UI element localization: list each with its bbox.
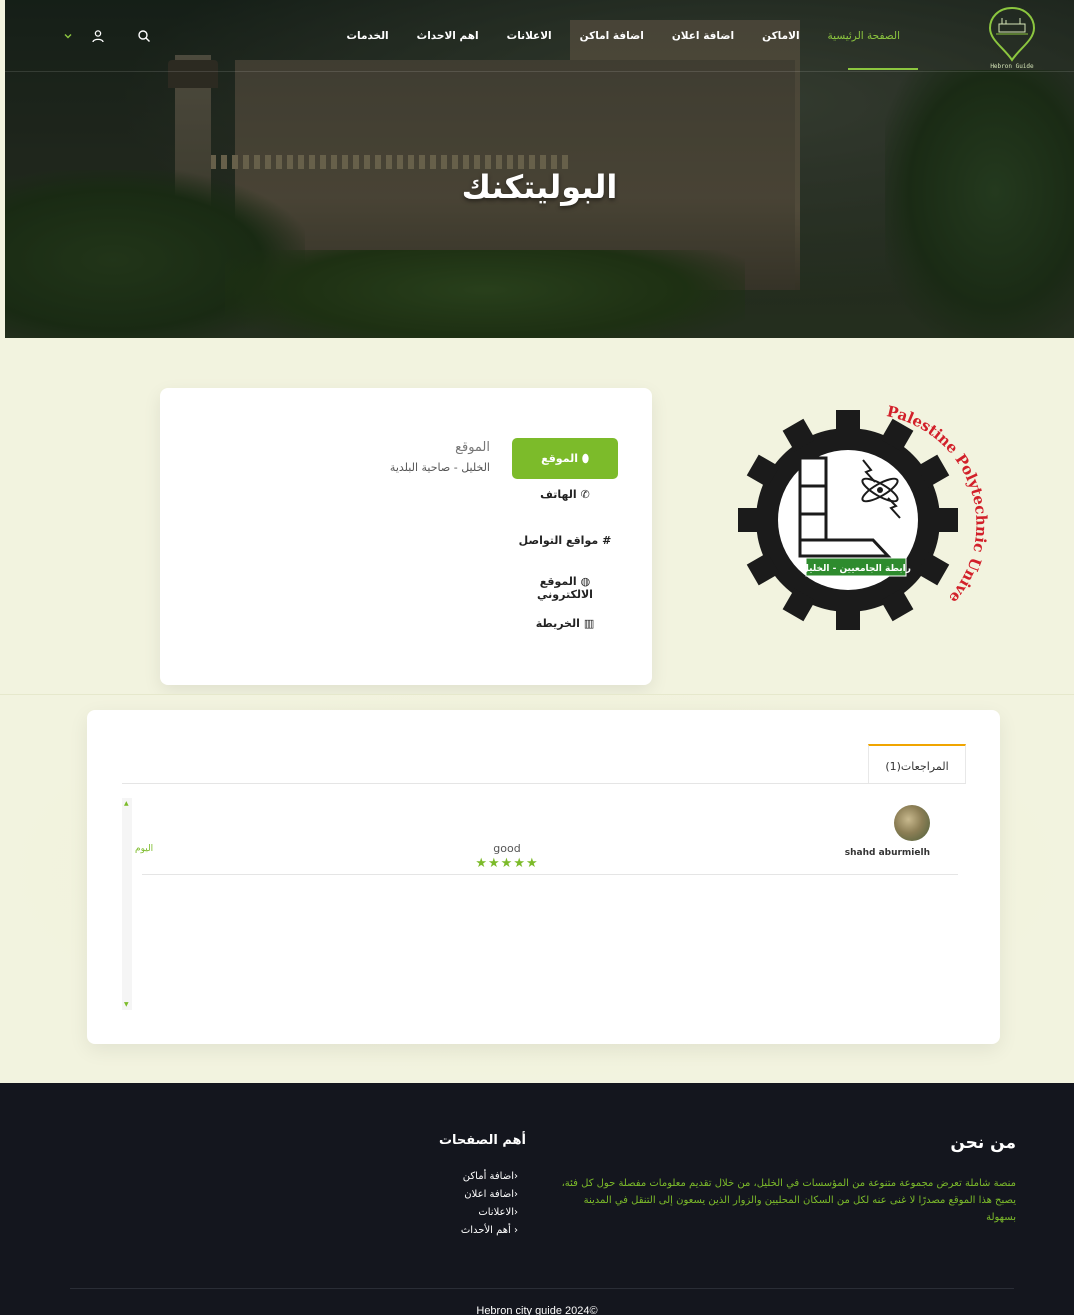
nav-home[interactable]: الصفحة الرئيسية	[814, 30, 914, 42]
chevron-left-icon: ‹	[514, 1171, 518, 1182]
avatar	[894, 805, 930, 841]
scroll-up-icon[interactable]: ▲	[124, 800, 129, 807]
place-info-card: ⬮الموقع ✆الهاتف #مواقع التواصل ◍الموقع ا…	[160, 388, 652, 685]
hashtag-icon: #	[602, 534, 612, 547]
logo-text: Hebron Guide	[990, 63, 1034, 70]
footer-link-label: الاعلانات	[478, 1207, 514, 1218]
nav-places[interactable]: الاماكن	[748, 30, 813, 42]
tab-label: الموقع	[541, 452, 578, 465]
top-navbar: Hebron Guide الصفحة الرئيسية الاماكن اضا…	[5, 0, 1074, 72]
footer-about-title: من نحن	[950, 1133, 1016, 1153]
footer-about-text: منصة شاملة تعرض مجموعة متنوعة من المؤسسا…	[561, 1178, 1016, 1223]
map-icon: ▥	[583, 617, 595, 630]
reviewer-name: shahd aburmielh	[844, 848, 930, 858]
chevron-left-icon: ‹	[514, 1225, 518, 1236]
page-title: البوليتكنك	[461, 168, 618, 206]
review-date: اليوم	[135, 844, 154, 854]
nav-ads[interactable]: الاعلانات	[493, 30, 566, 42]
review-divider	[142, 874, 958, 875]
phone-icon: ✆	[580, 488, 590, 501]
footer-link-label: أهم الأحداث	[460, 1225, 514, 1236]
tab-phone[interactable]: ✆الهاتف	[512, 488, 618, 501]
nav-services[interactable]: الخدمات	[332, 30, 402, 42]
footer-link-add-ad[interactable]: ‹اضافة اعلان	[461, 1189, 518, 1200]
hebron-guide-logo[interactable]: Hebron Guide	[982, 4, 1042, 70]
tab-label: مواقع التواصل	[518, 534, 599, 547]
nav-add-ad[interactable]: اضافة اعلان	[658, 30, 748, 42]
university-logo: رابطة الجامعيين - الخليل Palestine Polyt…	[733, 384, 991, 648]
reviews-scrollbar[interactable]: ▲ ▼	[122, 798, 132, 1010]
footer: من نحن منصة شاملة تعرض مجموعة متنوعة من …	[0, 1083, 1074, 1315]
scroll-down-icon[interactable]: ▼	[124, 1001, 129, 1008]
tab-divider	[122, 783, 966, 784]
tab-social[interactable]: #مواقع التواصل	[512, 534, 618, 547]
footer-divider	[70, 1288, 1014, 1289]
user-icon[interactable]	[90, 28, 106, 44]
tab-location[interactable]: ⬮الموقع	[512, 438, 618, 479]
tab-website[interactable]: ◍الموقع الالكتروني	[512, 575, 618, 601]
nav-active-indicator	[848, 68, 918, 70]
chevron-left-icon: ‹	[514, 1207, 518, 1218]
footer-link-label: اضافة اعلان	[464, 1189, 514, 1200]
chevron-down-icon[interactable]	[60, 28, 76, 44]
footer-pages-title: أهم الصفحات	[438, 1133, 526, 1148]
footer-link-label: اضافة أماكن	[462, 1171, 514, 1182]
tab-content-location: الموقع الخليل - صاحية البلدية	[390, 440, 490, 474]
footer-links: ‹اضافة أماكن ‹اضافة اعلان ‹الاعلانات ‹ أ…	[461, 1171, 518, 1243]
nav-icon-group	[60, 28, 152, 44]
map-marker-icon: ⬮	[581, 452, 589, 465]
review-text: good	[493, 842, 521, 855]
chevron-left-icon: ‹	[514, 1189, 518, 1200]
content-address: الخليل - صاحية البلدية	[389, 461, 490, 474]
tab-reviews[interactable]: المراجعات(1)	[868, 744, 966, 783]
tab-map[interactable]: ▥الخريطة	[512, 617, 618, 630]
nav-events[interactable]: اهم الاحداث	[403, 30, 493, 42]
reviews-card: المراجعات(1) ▲ ▼ shahd aburmielh good ★★…	[87, 710, 1000, 1044]
footer-link-ads[interactable]: ‹الاعلانات	[461, 1207, 518, 1218]
nav-links: الصفحة الرئيسية الاماكن اضافة اعلان اضاف…	[332, 30, 914, 42]
footer-link-add-place[interactable]: ‹اضافة أماكن	[461, 1171, 518, 1182]
globe-icon: ◍	[580, 575, 591, 588]
star-rating-icon: ★★★★★	[475, 856, 539, 871]
footer-copyright: Hebron city guide 2024©	[476, 1305, 598, 1315]
tab-label: الهاتف	[540, 488, 577, 501]
logo-banner-text: رابطة الجامعيين - الخليل	[801, 564, 911, 574]
footer-link-events[interactable]: ‹ أهم الأحداث	[461, 1225, 518, 1236]
search-icon[interactable]	[136, 28, 152, 44]
content-title: الموقع	[455, 440, 490, 455]
nav-add-place[interactable]: اضافة اماكن	[566, 30, 658, 42]
tab-label: الخريطة	[535, 617, 580, 630]
